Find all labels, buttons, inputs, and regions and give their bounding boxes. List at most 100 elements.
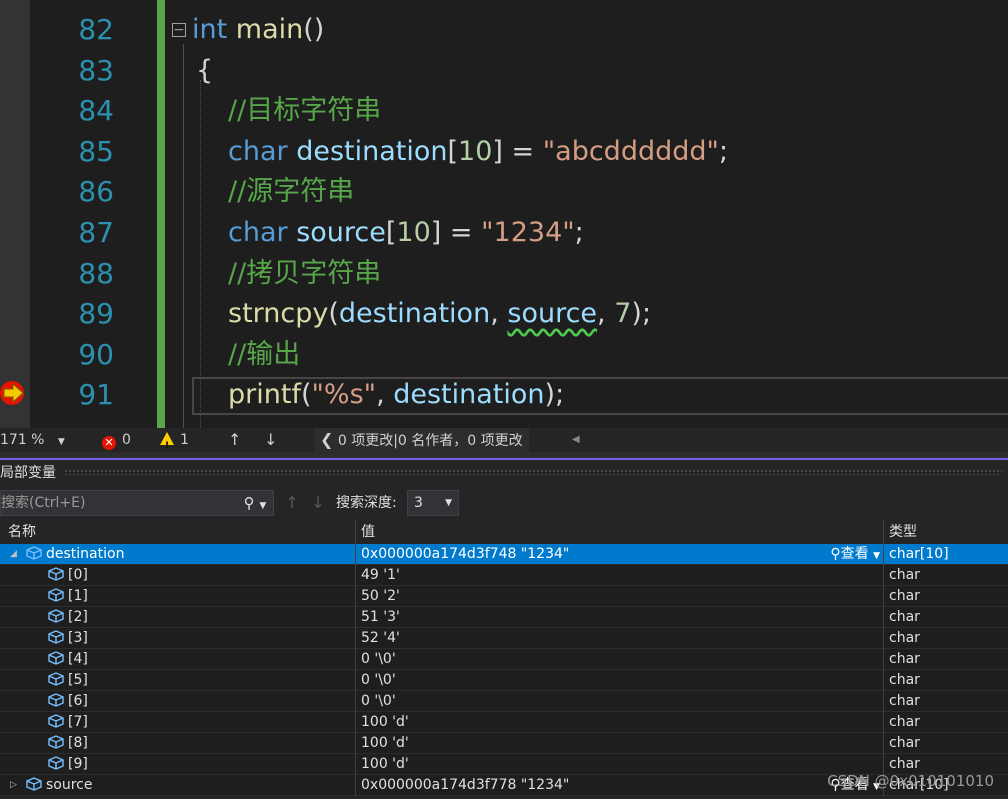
column-separator[interactable] — [883, 520, 884, 544]
search-input[interactable]: 搜索(Ctrl+E) ⚲ ▼ — [0, 490, 274, 516]
code-line[interactable]: //源字符串 — [228, 172, 354, 212]
column-separator — [883, 691, 884, 712]
code-line[interactable]: //拷贝字符串 — [228, 254, 381, 294]
variable-icon — [48, 672, 64, 686]
code-line[interactable]: − int main() — [172, 10, 324, 50]
variable-name: source — [26, 775, 350, 795]
column-separator — [883, 544, 884, 565]
column-separator — [355, 670, 356, 691]
code-line[interactable]: //目标字符串 — [228, 91, 381, 131]
line-number: 87 — [78, 216, 114, 249]
array-element-row[interactable]: [4] 0 '\0' char — [0, 649, 1008, 670]
line-number: 86 — [78, 175, 114, 209]
column-header-value[interactable]: 值 — [361, 520, 375, 544]
column-separator — [355, 712, 356, 733]
next-issue-arrow-icon[interactable]: ↓ — [264, 428, 277, 452]
variable-type: char — [889, 651, 920, 667]
collapse-toggle[interactable]: − — [172, 23, 186, 37]
array-element-row[interactable]: [6] 0 '\0' char — [0, 691, 1008, 712]
variable-value[interactable]: 51 '3' — [361, 607, 801, 627]
search-depth-select[interactable]: 3 ▼ — [407, 490, 459, 516]
line-number: 83 — [78, 53, 114, 87]
variable-type: char — [889, 735, 920, 751]
variable-value[interactable]: 0x000000a174d3f748 "1234" — [361, 544, 801, 564]
chevron-down-icon: ▼ — [445, 498, 452, 508]
panel-drag-grip[interactable] — [64, 469, 1002, 475]
array-element-row[interactable]: [3] 52 '4' char — [0, 628, 1008, 649]
array-element-row[interactable]: [2] 51 '3' char — [0, 607, 1008, 628]
column-header-type[interactable]: 类型 — [889, 520, 917, 544]
error-count[interactable]: ✕ 0 — [102, 428, 131, 452]
variable-icon — [48, 756, 64, 770]
search-previous-arrow-icon[interactable]: ↑ — [281, 490, 303, 516]
variable-value[interactable]: 0 '\0' — [361, 649, 801, 669]
locals-panel: 局部变量 搜索(Ctrl+E) ⚲ ▼ ↑ ↓ 搜索深度: 3 ▼ 名称 值 类型… — [0, 460, 1008, 799]
code-editor[interactable]: 82 83 84 85 86 87 88 89 90 91 − int main(){//目标字符串… — [0, 0, 1008, 428]
variable-icon — [26, 777, 42, 791]
scroll-left-icon[interactable]: ◀ — [572, 428, 580, 452]
column-separator — [883, 670, 884, 691]
column-separator — [883, 565, 884, 586]
array-element-row[interactable]: [8] 100 'd' char — [0, 733, 1008, 754]
panel-title: 局部变量 — [0, 465, 56, 481]
error-icon: ✕ — [102, 436, 116, 450]
variable-value[interactable]: 0x000000a174d3f778 "1234" — [361, 775, 801, 795]
variable-type: char — [889, 630, 920, 646]
warning-icon — [160, 432, 174, 458]
code-line[interactable]: strncpy(destination, source, 7); — [228, 294, 651, 334]
code-changes-indicator[interactable]: ❮ 0 项更改|0 名作者，0 项更改 — [314, 428, 529, 452]
code-line[interactable]: char destination[10] = "abcdddddd"; — [228, 132, 728, 172]
search-icon[interactable]: ⚲ ▼ — [237, 491, 273, 515]
column-header-name[interactable]: 名称 — [8, 520, 36, 544]
variable-type: char — [889, 714, 920, 730]
variable-name: [0] — [48, 565, 350, 585]
expand-arrow-icon[interactable]: ▷ — [10, 775, 17, 796]
variable-value[interactable]: 0 '\0' — [361, 691, 801, 711]
code-line[interactable]: //输出 — [228, 335, 300, 375]
zoom-level[interactable]: 171 % ▼ — [0, 428, 65, 452]
variable-name: [3] — [48, 628, 350, 648]
variable-value[interactable]: 50 '2' — [361, 586, 801, 606]
variable-type: char — [889, 672, 920, 688]
panel-splitter[interactable] — [0, 452, 1008, 460]
code-lines[interactable]: − int main(){ //目标字符串 char destination[10] … — [172, 0, 1008, 428]
variable-value[interactable]: 52 '4' — [361, 628, 801, 648]
variable-type: char — [889, 609, 920, 625]
search-next-arrow-icon[interactable]: ↓ — [307, 490, 329, 516]
column-separator — [883, 649, 884, 670]
column-separator — [355, 607, 356, 628]
variable-value[interactable]: 100 'd' — [361, 733, 801, 753]
line-number: 84 — [78, 94, 114, 128]
column-separator — [883, 586, 884, 607]
line-number: 91 — [78, 378, 114, 412]
locals-row-destination[interactable]: ◢ destination 0x000000a174d3f748 "1234" ⚲查看… — [0, 544, 1008, 565]
variable-value[interactable]: 100 'd' — [361, 754, 801, 774]
column-separator — [883, 712, 884, 733]
line-number: 88 — [78, 256, 114, 290]
array-element-row[interactable]: [5] 0 '\0' char — [0, 670, 1008, 691]
variable-type: char — [889, 588, 920, 604]
column-separator — [355, 649, 356, 670]
column-separator — [355, 628, 356, 649]
variable-value[interactable]: 49 '1' — [361, 565, 801, 585]
variable-name: [6] — [48, 691, 350, 711]
breakpoint-gutter[interactable] — [0, 0, 30, 428]
column-separator — [883, 607, 884, 628]
code-line[interactable]: char source[10] = "1234"; — [228, 213, 584, 253]
array-element-row[interactable]: [7] 100 'd' char — [0, 712, 1008, 733]
code-line[interactable]: printf("%s", destination); — [228, 375, 564, 415]
warning-count[interactable]: 1 — [160, 428, 189, 458]
code-line[interactable]: { — [196, 51, 213, 91]
collapse-arrow-icon[interactable]: ◢ — [10, 544, 17, 565]
visualizer-button[interactable]: ⚲查看 ▼ — [830, 544, 880, 567]
previous-issue-arrow-icon[interactable]: ↑ — [228, 428, 241, 452]
line-number: 82 — [78, 13, 114, 46]
variable-value[interactable]: 100 'd' — [361, 712, 801, 732]
variable-icon — [48, 735, 64, 749]
watermark: CSDN @0x010101010 — [827, 772, 994, 790]
variable-name: [1] — [48, 586, 350, 606]
variable-value[interactable]: 0 '\0' — [361, 670, 801, 690]
array-element-row[interactable]: [1] 50 '2' char — [0, 586, 1008, 607]
column-separator[interactable] — [355, 520, 356, 544]
array-element-row[interactable]: [0] 49 '1' char — [0, 565, 1008, 586]
